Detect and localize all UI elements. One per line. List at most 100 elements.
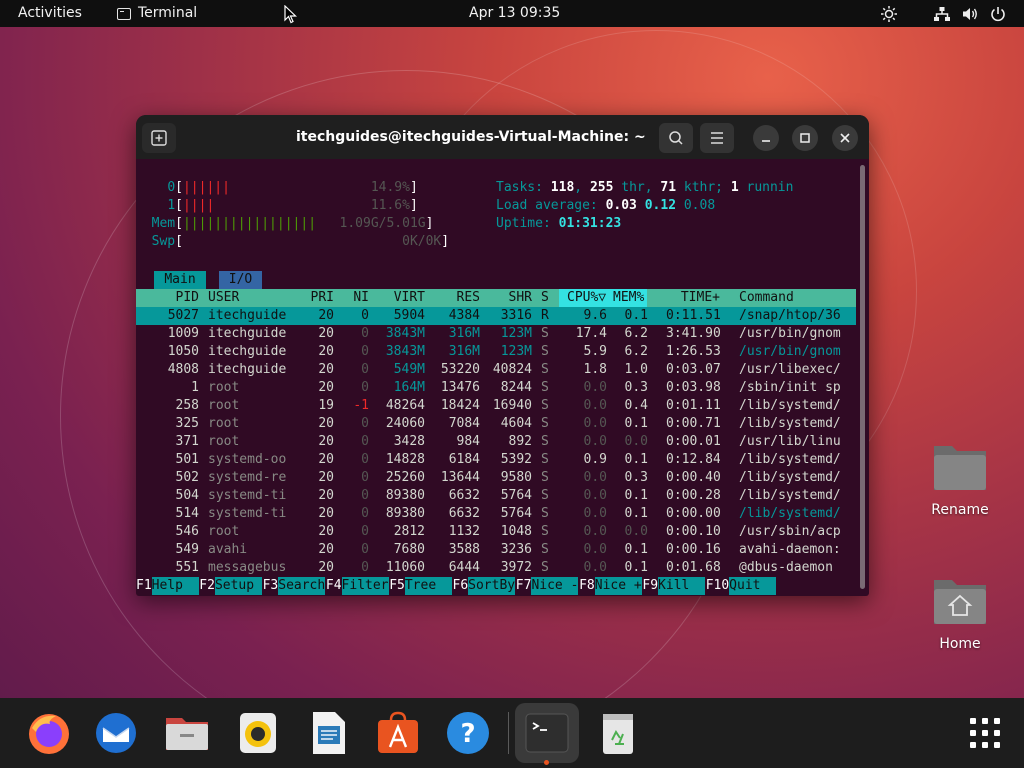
table-row[interactable]: 371 root 20 0 3428 984 892 S 0.0 0.0 0:00.01/usr/l… — [136, 433, 856, 451]
fkey-label: Setup — [214, 577, 262, 595]
tasks-summary: Tasks: 118, 255 thr, 71 kthr; 1 runnin — [496, 180, 794, 195]
help-icon[interactable]: ? — [445, 710, 491, 756]
table-row[interactable]: 504 systemd-ti 20 0 89380 6632 5764 S 0.0 0.1 0:00… — [136, 487, 856, 505]
show-apps-icon[interactable] — [962, 710, 1008, 756]
cell-res: 6632 — [448, 488, 480, 503]
rhythmbox-icon[interactable] — [235, 710, 281, 756]
network-icon[interactable] — [933, 5, 951, 23]
cell-shr: 4604 — [500, 416, 532, 431]
table-row[interactable]: 1009 itechguide 20 0 3843M 316M 123M S 17.4 6.2 3:… — [136, 325, 856, 343]
search-button[interactable] — [659, 123, 693, 153]
cell-state: S — [541, 344, 549, 359]
fkey-f1[interactable]: F1Help — [136, 577, 199, 595]
col-user[interactable]: USER — [208, 289, 239, 307]
cell-state: S — [541, 326, 549, 341]
cell-cpu: 9.6 — [583, 308, 607, 323]
cell-user: root — [208, 434, 240, 449]
col-state[interactable]: S — [541, 289, 549, 307]
trash-icon[interactable] — [595, 710, 641, 756]
col-cpu[interactable]: CPU%▽ — [567, 289, 606, 307]
writer-icon[interactable] — [305, 710, 351, 756]
cell-state: S — [541, 470, 549, 485]
cell-pri: 20 — [318, 434, 334, 449]
cell-pid: 1050 — [167, 344, 199, 359]
terminal-scrollbar[interactable] — [860, 165, 865, 589]
cell-time: 0:03.98 — [666, 380, 720, 395]
col-command[interactable]: Command — [739, 289, 794, 307]
files-icon[interactable] — [164, 710, 210, 756]
fkey-f8[interactable]: F8Nice + — [579, 577, 642, 595]
col-pri[interactable]: PRI — [296, 289, 334, 307]
maximize-button[interactable] — [792, 125, 818, 151]
table-row[interactable]: 1 root 20 0 164M 13476 8244 S 0.0 0.3 0:03.98/sbin… — [136, 379, 856, 397]
table-row[interactable]: 514 systemd-ti 20 0 89380 6632 5764 S 0.0 0.1 0:00… — [136, 505, 856, 523]
new-tab-button[interactable] — [142, 123, 176, 153]
cell-state: S — [541, 416, 549, 431]
col-pid[interactable]: PID — [136, 289, 199, 307]
fkey-f10[interactable]: F10Quit — [706, 577, 777, 595]
table-row[interactable]: 325 root 20 0 24060 7084 4604 S 0.0 0.1 0:00.71/li… — [136, 415, 856, 433]
col-res[interactable]: RES — [426, 289, 480, 307]
col-mem[interactable]: MEM% — [613, 289, 644, 307]
table-row-selected[interactable]: 5027 itechguide 20 0 5904 4384 3316 R 9.6 0.1 0:11… — [136, 307, 856, 325]
minimize-button[interactable] — [753, 125, 779, 151]
table-row[interactable]: 4808 itechguide 20 0 549M 53220 40824 S 1.8 1.0 0:… — [136, 361, 856, 379]
cell-state: R — [541, 308, 549, 323]
cell-state: S — [541, 380, 549, 395]
cell-res: 7084 — [448, 416, 480, 431]
volume-icon[interactable] — [961, 5, 979, 23]
table-row[interactable]: 551 messagebus 20 0 11060 6444 3972 S 0.0 0.1 0:01… — [136, 559, 856, 577]
activities-button[interactable]: Activities — [18, 0, 82, 27]
close-button[interactable] — [832, 125, 858, 151]
col-virt[interactable]: VIRT — [371, 289, 425, 307]
fkey-f7[interactable]: F7Nice - — [516, 577, 579, 595]
fkey-f4[interactable]: F4Filter — [326, 577, 389, 595]
table-row[interactable]: 546 root 20 0 2812 1132 1048 S 0.0 0.0 0:00.10/usr… — [136, 523, 856, 541]
cell-time: 0:12.84 — [666, 452, 720, 467]
cell-user: itechguide — [208, 362, 287, 377]
col-ni[interactable]: NI — [336, 289, 369, 307]
cell-virt: 5904 — [393, 308, 425, 323]
cell-user: systemd-ti — [208, 506, 287, 521]
table-row[interactable]: 258 root 19 -1 48264 18424 16940 S 0.0 0.4 0:01.11… — [136, 397, 856, 415]
table-row[interactable]: 502 systemd-re 20 0 25260 13644 9580 S 0.0 0.3 0:0… — [136, 469, 856, 487]
cell-shr: 16940 — [492, 398, 532, 413]
fkey-f3[interactable]: F3Search — [263, 577, 326, 595]
dock-separator — [508, 712, 509, 754]
power-icon[interactable] — [989, 5, 1007, 23]
tab-main[interactable]: Main — [154, 271, 206, 289]
table-row[interactable]: 549 avahi 20 0 7680 3588 3236 S 0.0 0.1 0:00.16 ava… — [136, 541, 856, 559]
cell-res: 4384 — [448, 308, 480, 323]
desktop-item-rename[interactable]: Rename — [920, 440, 1000, 518]
brightness-icon[interactable] — [880, 5, 898, 23]
app-menu-terminal[interactable]: Terminal — [117, 0, 197, 27]
terminal-headerbar[interactable]: itechguides@itechguides-Virtual-Machine:… — [136, 115, 869, 159]
cell-shr: 5392 — [500, 452, 532, 467]
terminal-icon[interactable] — [524, 710, 570, 756]
cell-res: 6184 — [448, 452, 480, 467]
fkey-f5[interactable]: F5Tree — [389, 577, 452, 595]
fkey-f9[interactable]: F9Kill — [642, 577, 706, 595]
col-shr[interactable]: SHR — [481, 289, 532, 307]
desktop-item-home[interactable]: Home — [920, 574, 1000, 652]
cell-command: avahi-daemon: — [739, 542, 841, 557]
cell-time: 0:00.10 — [666, 524, 720, 539]
cell-mem: 0.1 — [624, 560, 648, 575]
menu-button[interactable] — [700, 123, 734, 153]
cell-shr: 5764 — [500, 488, 532, 503]
terminal-window[interactable]: itechguides@itechguides-Virtual-Machine:… — [136, 115, 869, 596]
cell-time: 1:26.53 — [666, 344, 720, 359]
cell-virt: 3843M — [385, 326, 425, 341]
firefox-icon[interactable] — [26, 710, 72, 756]
table-row[interactable]: 1050 itechguide 20 0 3843M 316M 123M S 5.9 6.2 1:2… — [136, 343, 856, 361]
fkey-label: Tree — [404, 577, 452, 595]
col-time[interactable]: TIME+ — [666, 289, 720, 307]
thunderbird-icon[interactable] — [93, 710, 139, 756]
tab-io[interactable]: I/O — [219, 271, 262, 289]
cell-time: 0:01.68 — [666, 560, 720, 575]
fkey-f6[interactable]: F6SortBy — [453, 577, 516, 595]
fkey-f2[interactable]: F2Setup — [199, 577, 262, 595]
app-center-icon[interactable] — [375, 710, 421, 756]
clock[interactable]: Apr 13 09:35 — [469, 0, 560, 27]
table-row[interactable]: 501 systemd-oo 20 0 14828 6184 5392 S 0.9 0.1 0:12… — [136, 451, 856, 469]
